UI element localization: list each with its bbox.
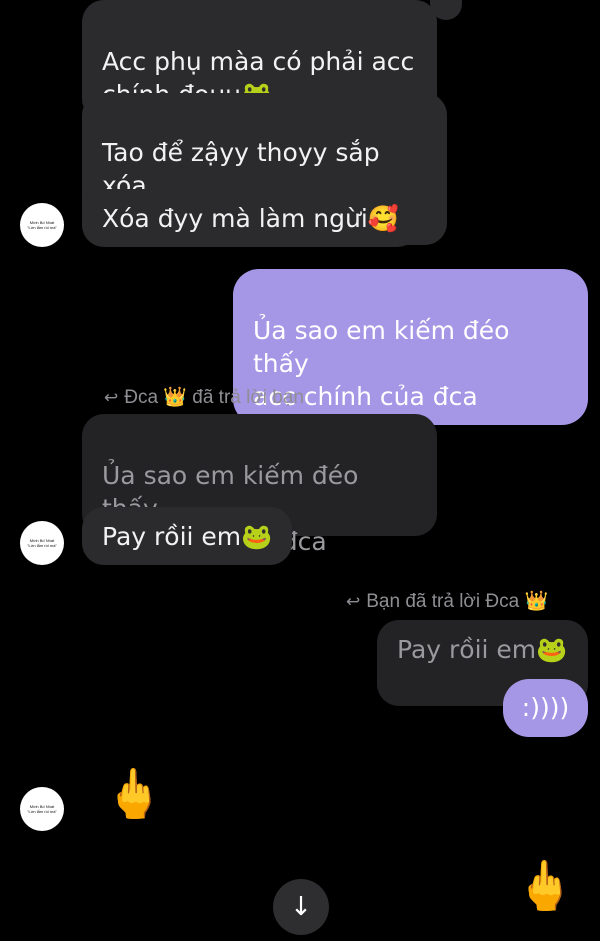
scroll-to-bottom-button[interactable]: ↓	[273, 879, 329, 935]
reply-label-text: Bạn đã trả lời Đca 👑	[366, 591, 549, 612]
reply-indicator: ↩ Đca 👑 đã trả lời bạn	[104, 385, 304, 409]
reply-arrow-icon: ↩	[346, 592, 361, 611]
message-incoming[interactable]: Xóa đyy mà làm ngừi🥰	[82, 189, 419, 247]
reply-arrow-icon: ↩	[104, 388, 119, 407]
reply-label-text: Đca 👑 đã trả lời bạn	[124, 387, 304, 408]
message-text: :))))	[521, 693, 570, 722]
message-text: Xóa đyy mà làm ngừi🥰	[102, 204, 399, 233]
arrow-down-icon: ↓	[290, 892, 312, 922]
avatar[interactable]: Mình Bố Nhát "Lớn lắm rồi mà"	[20, 203, 64, 247]
middle-finger-emoji[interactable]: 🖕	[104, 764, 164, 824]
message-incoming[interactable]: Pay rồii em🐸	[82, 507, 293, 565]
quoted-text: Pay rồii em🐸	[397, 635, 568, 664]
avatar-text: Mình Bố Nhát "Lớn lắm rồi mà"	[27, 538, 57, 548]
message-outgoing[interactable]: :))))	[503, 679, 588, 737]
avatar[interactable]: Mình Bố Nhát "Lớn lắm rồi mà"	[20, 521, 64, 565]
middle-finger-emoji[interactable]: 🖕	[515, 856, 575, 916]
avatar-text: Mình Bố Nhát "Lớn lắm rồi mà"	[27, 220, 57, 230]
avatar-text: Mình Bố Nhát "Lớn lắm rồi mà"	[27, 804, 57, 814]
avatar[interactable]: Mình Bố Nhát "Lớn lắm rồi mà"	[20, 787, 64, 831]
reply-indicator: ↩ Bạn đã trả lời Đca 👑	[346, 589, 548, 613]
message-text: Pay rồii em🐸	[102, 522, 273, 551]
